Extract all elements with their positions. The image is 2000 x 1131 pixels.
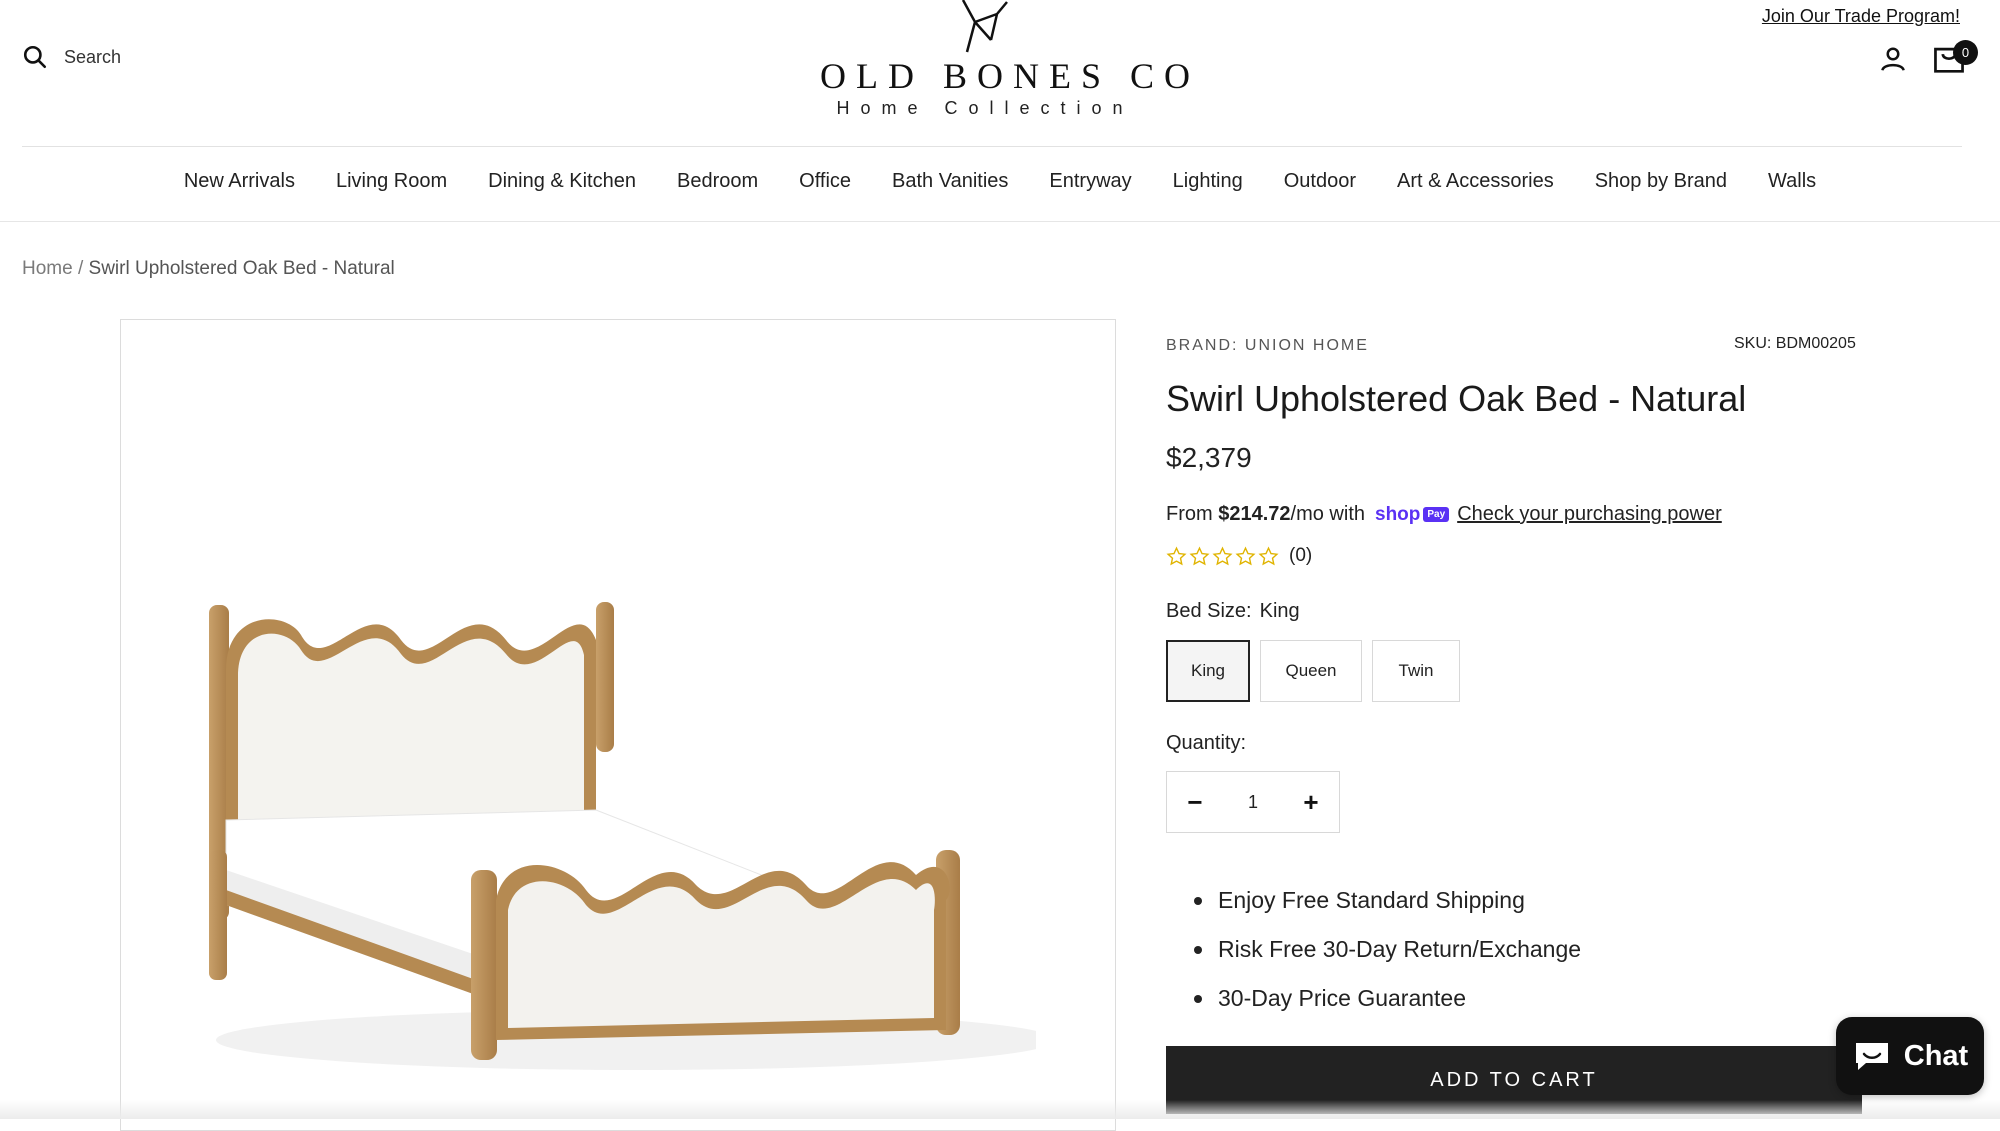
bed-size-selected: King [1259, 600, 1300, 622]
breadcrumb-home[interactable]: Home [22, 258, 73, 279]
size-option-king[interactable]: King [1166, 640, 1250, 702]
review-count: (0) [1289, 545, 1313, 566]
quantity-label: Quantity: [1166, 732, 1247, 754]
product-image-frame[interactable] [120, 319, 1116, 1131]
size-option-queen[interactable]: Queen [1260, 640, 1362, 702]
star-icon [1189, 546, 1210, 565]
logo-name: OLD BONES CO [820, 56, 1201, 96]
logo-subtitle: Home Collection [836, 98, 1134, 118]
nav-item-living-room[interactable]: Living Room [336, 170, 447, 193]
product-image-bed [209, 602, 1036, 1070]
shoppay-word: shop [1375, 503, 1421, 525]
installments-prefix: From [1166, 503, 1213, 525]
nav-item-shop-by-brand[interactable]: Shop by Brand [1595, 170, 1727, 193]
cart-count-badge: 0 [1953, 40, 1978, 65]
nav-item-outdoor[interactable]: Outdoor [1284, 170, 1356, 193]
quantity-stepper: − + [1166, 771, 1340, 833]
purchasing-power-link[interactable]: Check your purchasing power [1457, 503, 1722, 526]
product-price: $2,379 [1166, 442, 1252, 473]
bottom-shadow [0, 1100, 2000, 1119]
star-icon [1166, 546, 1187, 565]
benefit-item: Enjoy Free Standard Shipping [1194, 876, 1581, 925]
chat-label: Chat [1903, 1039, 1969, 1072]
nav-item-dining-kitchen[interactable]: Dining & Kitchen [488, 170, 636, 193]
nav-divider [0, 221, 2000, 222]
breadcrumb-current: Swirl Upholstered Oak Bed - Natural [88, 258, 395, 279]
nav-item-bath-vanities[interactable]: Bath Vanities [892, 170, 1008, 193]
size-option-twin[interactable]: Twin [1372, 640, 1460, 702]
quantity-increase-button[interactable]: + [1283, 772, 1339, 832]
benefit-item: Risk Free 30-Day Return/Exchange [1194, 925, 1581, 974]
chat-bubble-icon [1855, 1043, 1888, 1070]
product-sku: SKU: BDM00205 [1734, 335, 1856, 352]
product-brand: BRAND: UNION HOME [1166, 337, 1369, 354]
installments-info: From $214.72/mo with shop Pay Check your… [1166, 503, 1722, 526]
shoppay-pay-badge: Pay [1423, 507, 1450, 522]
trade-program-link[interactable]: Join Our Trade Program! [1762, 6, 1960, 27]
logo-chair-mark [961, 0, 1008, 53]
product-title: Swirl Upholstered Oak Bed - Natural [1166, 378, 1747, 419]
benefit-item: 30-Day Price Guarantee [1194, 974, 1581, 1023]
bed-size-label: Bed Size: King [1166, 600, 1300, 623]
shoppay-logo: shop Pay [1375, 503, 1450, 526]
quantity-decrease-button[interactable]: − [1167, 772, 1223, 832]
installments-amount: $214.72 [1218, 503, 1291, 525]
site-logo[interactable]: OLD BONES CO Home Collection [820, 0, 1201, 125]
star-icon [1212, 546, 1233, 565]
nav-item-office[interactable]: Office [799, 170, 851, 193]
benefits-list: Enjoy Free Standard Shipping Risk Free 3… [1194, 876, 1581, 1023]
star-icon [1258, 546, 1279, 565]
header-divider [22, 146, 1962, 147]
search-label: Search [64, 46, 122, 67]
nav-item-walls[interactable]: Walls [1768, 170, 1816, 193]
breadcrumb: Home / Swirl Upholstered Oak Bed - Natur… [22, 258, 395, 280]
nav-item-art-accessories[interactable]: Art & Accessories [1397, 170, 1554, 193]
bed-size-label-text: Bed Size: [1166, 600, 1252, 622]
search-button[interactable]: Search [22, 44, 121, 70]
search-icon [23, 45, 47, 69]
nav-item-lighting[interactable]: Lighting [1173, 170, 1243, 193]
nav-item-new-arrivals[interactable]: New Arrivals [184, 170, 295, 193]
installments-suffix: /mo with [1290, 503, 1365, 525]
bed-size-options: King Queen Twin [1166, 640, 1460, 702]
account-icon[interactable] [1878, 44, 1908, 74]
main-nav: New Arrivals Living Room Dining & Kitche… [0, 170, 2000, 193]
chat-button[interactable]: Chat [1836, 1017, 1984, 1095]
nav-item-entryway[interactable]: Entryway [1049, 170, 1131, 193]
rating-stars[interactable]: (0) [1166, 545, 1312, 567]
breadcrumb-separator: / [77, 258, 84, 279]
star-icon [1235, 546, 1256, 565]
nav-item-bedroom[interactable]: Bedroom [677, 170, 758, 193]
quantity-input[interactable] [1223, 790, 1283, 814]
